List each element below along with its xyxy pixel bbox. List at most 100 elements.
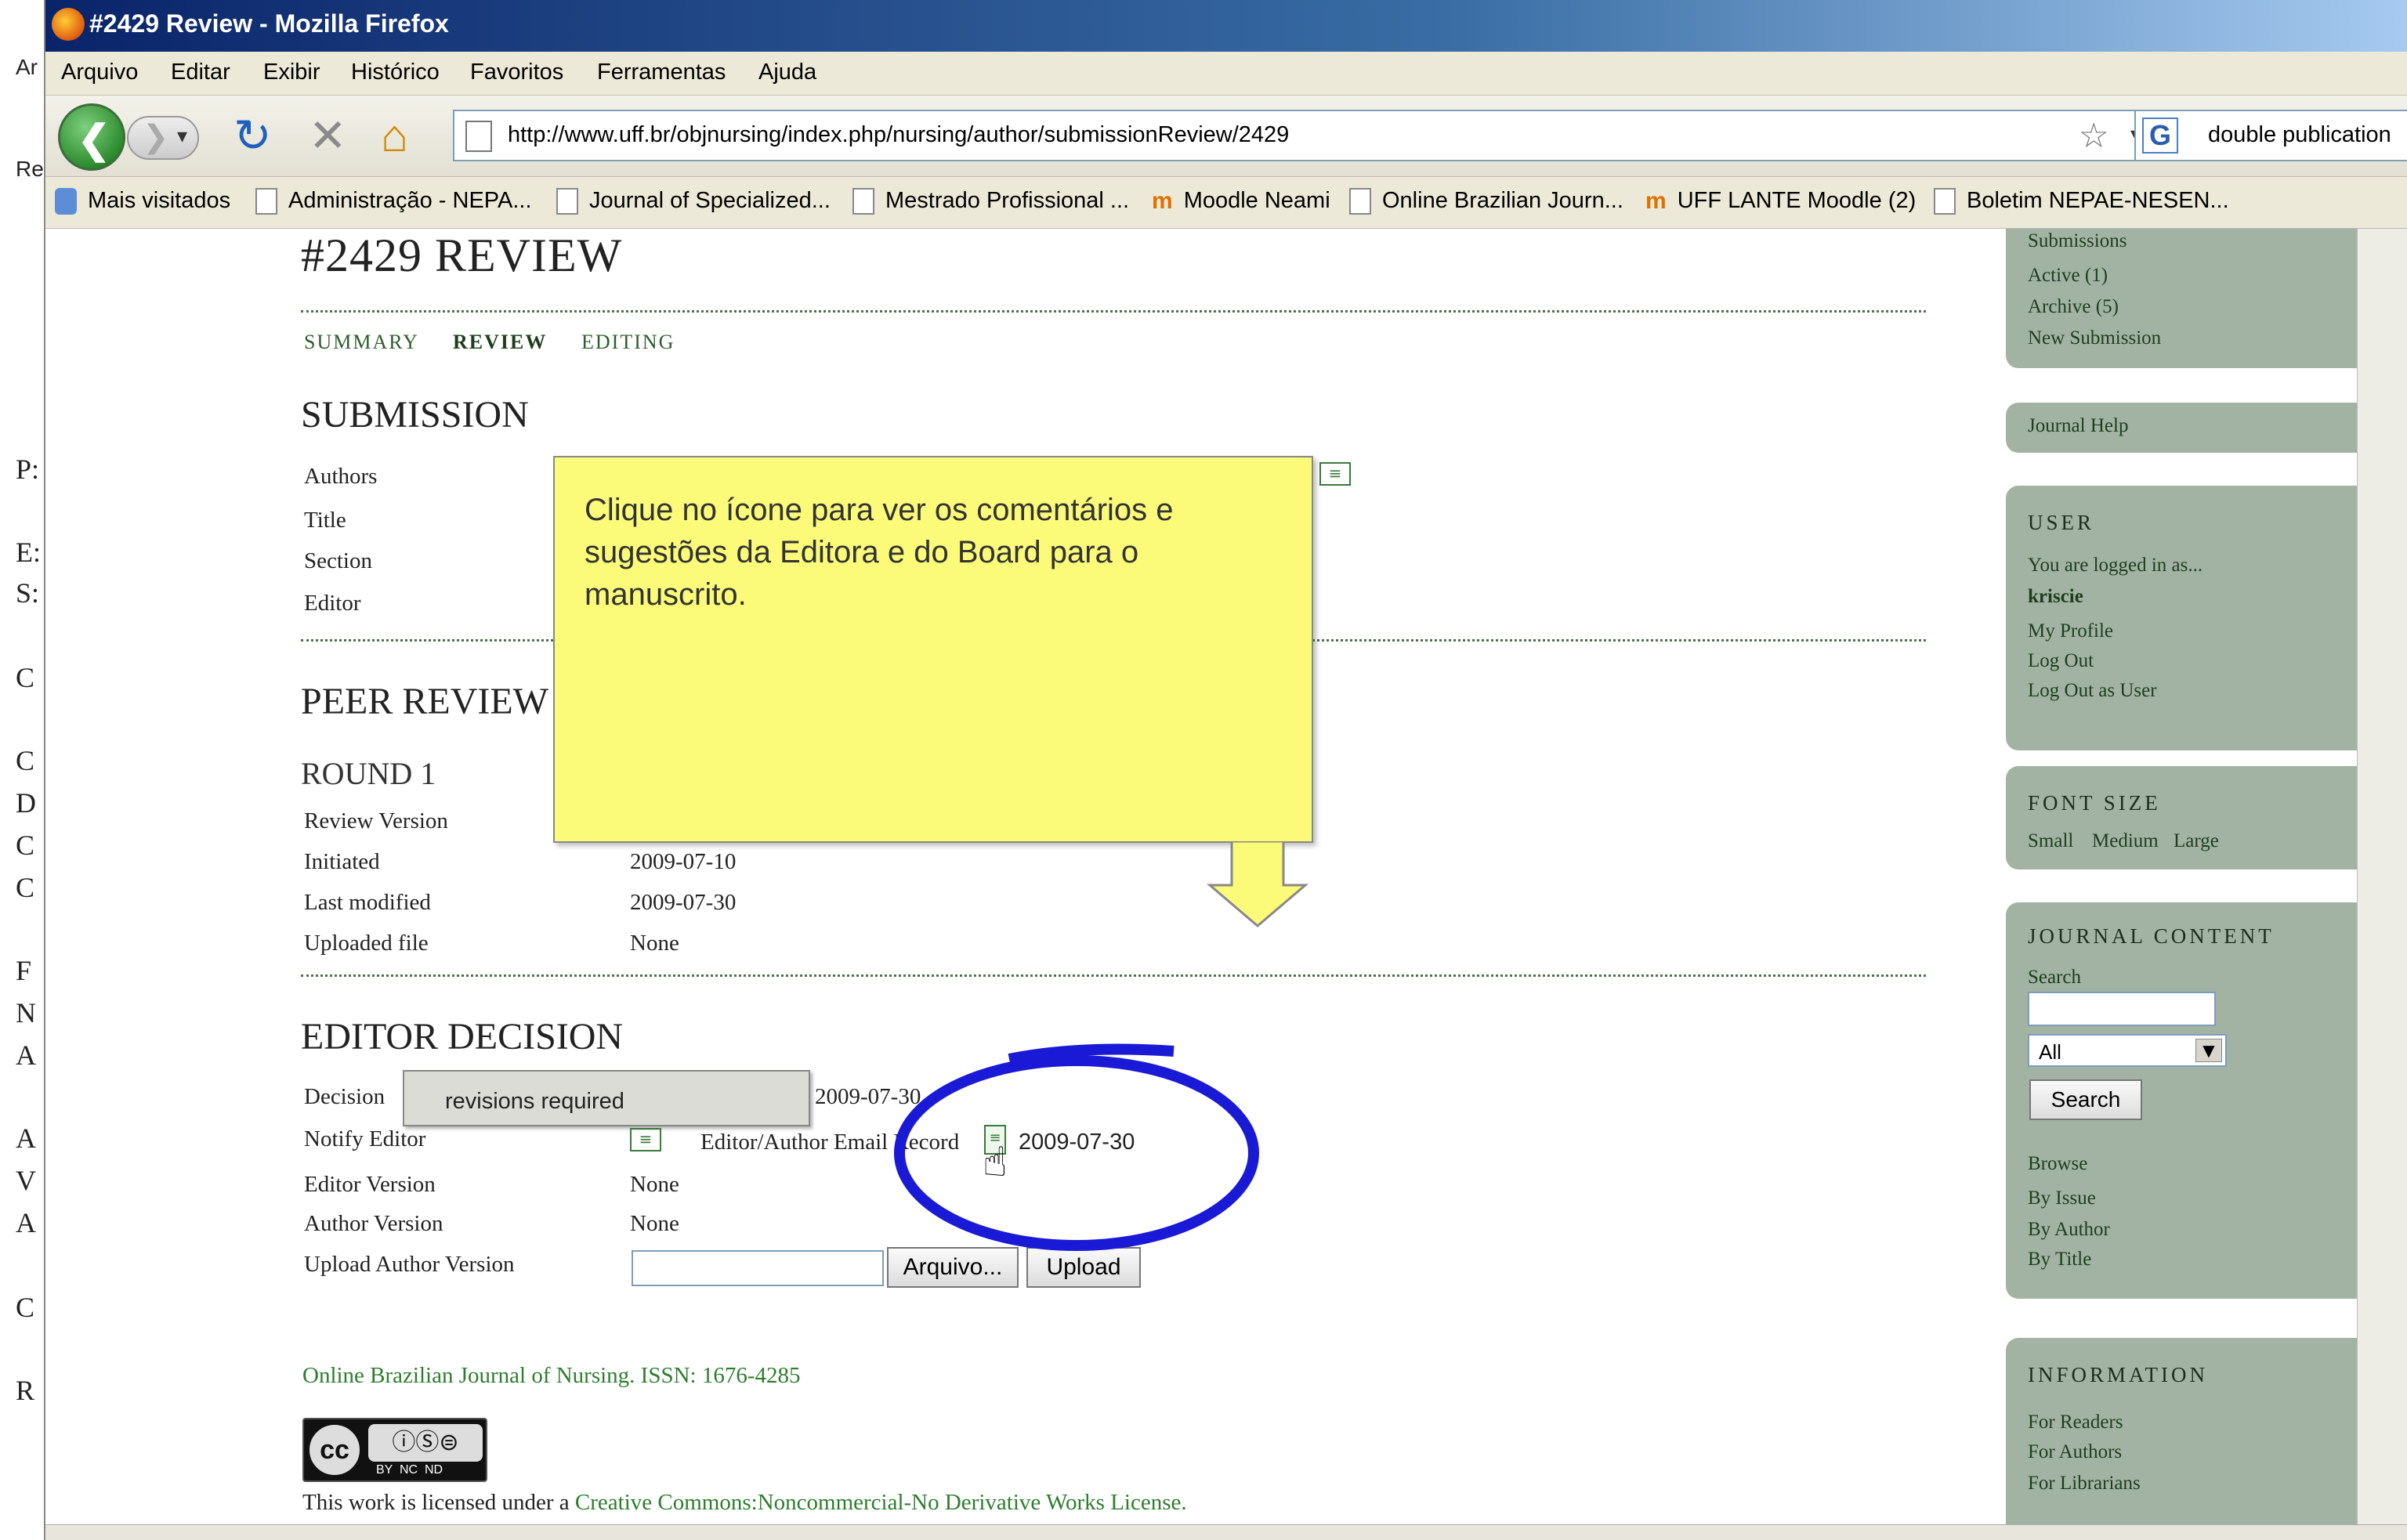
bookmark-star-icon[interactable]: ☆	[2079, 116, 2109, 156]
background-text: C	[16, 662, 35, 693]
notify-editor-label[interactable]: Notify Editor	[304, 1126, 425, 1152]
back-button[interactable]: ❮	[58, 103, 125, 171]
license-symbols-icon: ⓘⓈ⊜	[368, 1424, 483, 1462]
menu-favoritos[interactable]: Favoritos	[470, 60, 563, 85]
menu-editar[interactable]: Editar	[171, 60, 230, 85]
sidebar-link-log-out[interactable]: Log Out	[2028, 650, 2094, 672]
editor-label: Editor	[304, 591, 361, 616]
decision-value: revisions required	[445, 1089, 624, 1114]
bookmark-label: Online Brazilian Journ...	[1382, 188, 1623, 213]
sidebar-link-for-authors[interactable]: For Authors	[2028, 1441, 2122, 1463]
decision-tooltip: revisions required	[403, 1070, 810, 1126]
url-text: http://www.uff.br/objnursing/index.php/n…	[508, 122, 1290, 147]
forward-button[interactable]: ❯ ▾	[127, 116, 199, 160]
menu-ajuda[interactable]: Ajuda	[758, 60, 816, 85]
sidebar-link-by-issue[interactable]: By Issue	[2028, 1188, 2096, 1209]
sidebar-journal-content-box: JOURNAL CONTENT Search All ▼ Search Brow…	[2006, 902, 2357, 1299]
cc-icon: cc	[307, 1423, 362, 1477]
background-text: C	[16, 745, 35, 776]
page-icon	[1349, 188, 1371, 215]
bookmark-journal-specialized[interactable]: Journal of Specialized...	[556, 188, 831, 215]
divider	[301, 974, 1926, 977]
font-size-heading: FONT SIZE	[2028, 791, 2161, 815]
bookmark-boletim[interactable]: Boletim NEPAE-NESEN...	[1934, 188, 2229, 215]
submission-heading: SUBMISSION	[301, 394, 529, 436]
license-prefix: This work is licensed under a	[302, 1490, 575, 1515]
background-text: V	[16, 1165, 36, 1196]
bookmark-online-brazilian[interactable]: Online Brazilian Journ...	[1349, 188, 1623, 215]
bookmark-moodle-neami[interactable]: m Moodle Neami	[1152, 188, 1330, 215]
last-modified-label: Last modified	[304, 890, 431, 915]
page-icon	[1934, 188, 1956, 215]
review-version-label: Review Version	[304, 808, 448, 833]
sidebar-link-for-librarians[interactable]: For Librarians	[2028, 1473, 2141, 1495]
bookmark-label: UFF LANTE Moodle (2)	[1677, 188, 1917, 213]
username: kriscie	[2028, 586, 2083, 607]
bookmark-label: Boletim NEPAE-NESEN...	[1967, 188, 2229, 213]
license-text: This work is licensed under a Creative C…	[302, 1490, 1187, 1516]
background-text: A	[16, 1122, 36, 1154]
information-heading: INFORMATION	[2028, 1363, 2209, 1386]
font-size-large[interactable]: Large	[2174, 830, 2219, 852]
callout-arrow-icon	[1207, 841, 1308, 927]
reload-icon[interactable]: ↻	[233, 111, 272, 161]
bookmark-administracao[interactable]: Administração - NEPA...	[255, 188, 532, 215]
email-editor-icon[interactable]: ≡	[1319, 462, 1351, 486]
bookmark-label: Administração - NEPA...	[288, 188, 532, 213]
editor-version-label: Editor Version	[304, 1172, 436, 1197]
search-scope-select[interactable]: All ▼	[2028, 1034, 2227, 1067]
horizontal-scrollbar[interactable]	[45, 1524, 2407, 1540]
most-visited-icon	[55, 188, 77, 215]
journal-search-input[interactable]	[2028, 992, 2216, 1026]
chevron-down-icon[interactable]: ▼	[2195, 1039, 2222, 1062]
bookmark-mais-visitados[interactable]: Mais visitados	[55, 188, 230, 215]
journal-footer-link[interactable]: Online Brazilian Journal of Nursing. ISS…	[302, 1363, 801, 1389]
upload-author-version-label: Upload Author Version	[304, 1252, 515, 1277]
vertical-scrollbar[interactable]	[2357, 229, 2407, 1524]
background-text: A	[16, 1207, 36, 1238]
background-text: C	[16, 830, 35, 861]
history-dropdown-icon[interactable]: ▾	[177, 124, 187, 148]
menu-historico[interactable]: Histórico	[351, 60, 440, 85]
sidebar-link-new-submission[interactable]: New Submission	[2028, 327, 2161, 349]
home-icon[interactable]: ⌂	[381, 111, 408, 161]
notify-editor-icon[interactable]: ≡	[630, 1128, 661, 1151]
sidebar-link-for-readers[interactable]: For Readers	[2028, 1412, 2123, 1433]
menu-arquivo[interactable]: Arquivo	[61, 60, 138, 85]
bookmark-label: Journal of Specialized...	[589, 188, 831, 213]
window-title-bar[interactable]: #2429 Review - Mozilla Firefox	[45, 0, 2407, 52]
callout-box: Clique no ícone para ver os comentários …	[553, 456, 1313, 843]
url-bar[interactable]: http://www.uff.br/objnursing/index.php/n…	[453, 110, 2153, 161]
round-heading: ROUND 1	[301, 756, 436, 791]
sidebar-link-active[interactable]: Active (1)	[2028, 265, 2108, 287]
bookmark-mestrado[interactable]: Mestrado Profissional ...	[852, 188, 1129, 215]
tab-editing[interactable]: EDITING	[581, 331, 675, 354]
sidebar-link-log-out-as-user[interactable]: Log Out as User	[2028, 680, 2157, 702]
tab-review[interactable]: REVIEW	[453, 331, 547, 354]
sidebar-link-journal-help[interactable]: Journal Help	[2028, 415, 2128, 437]
license-link[interactable]: Creative Commons:Noncommercial-No Deriva…	[575, 1490, 1187, 1515]
sidebar-link-by-author[interactable]: By Author	[2028, 1219, 2110, 1241]
journal-search-button[interactable]: Search	[2029, 1079, 2142, 1120]
moodle-icon: m	[1152, 188, 1173, 215]
back-arrow-icon: ❮	[78, 117, 110, 161]
search-bar[interactable]: G double publication	[2134, 110, 2407, 161]
bookmark-label: Mais visitados	[88, 188, 231, 213]
page-icon	[255, 188, 277, 215]
stop-icon[interactable]: ✕	[309, 111, 347, 161]
sidebar-user-box: USER You are logged in as... kriscie My …	[2006, 486, 2357, 750]
tab-summary[interactable]: SUMMARY	[304, 331, 419, 354]
bookmark-uff-lante[interactable]: m UFF LANTE Moodle (2)	[1645, 188, 1916, 215]
menu-exibir[interactable]: Exibir	[263, 60, 320, 85]
font-size-medium[interactable]: Medium	[2092, 830, 2159, 852]
cc-license-badge[interactable]: cc ⓘⓈ⊜ BY NC ND	[302, 1418, 487, 1482]
last-modified-value: 2009-07-30	[630, 890, 737, 915]
sidebar-link-by-title[interactable]: By Title	[2028, 1249, 2091, 1271]
bookmarks-toolbar: Mais visitados Administração - NEPA... J…	[45, 177, 2407, 229]
menu-ferramentas[interactable]: Ferramentas	[597, 60, 726, 85]
sidebar-link-my-profile[interactable]: My Profile	[2028, 620, 2113, 642]
sidebar-link-archive[interactable]: Archive (5)	[2028, 296, 2119, 318]
upload-file-input[interactable]	[632, 1250, 884, 1286]
google-search-engine-icon[interactable]: G	[2142, 117, 2178, 154]
font-size-small[interactable]: Small	[2028, 830, 2073, 852]
